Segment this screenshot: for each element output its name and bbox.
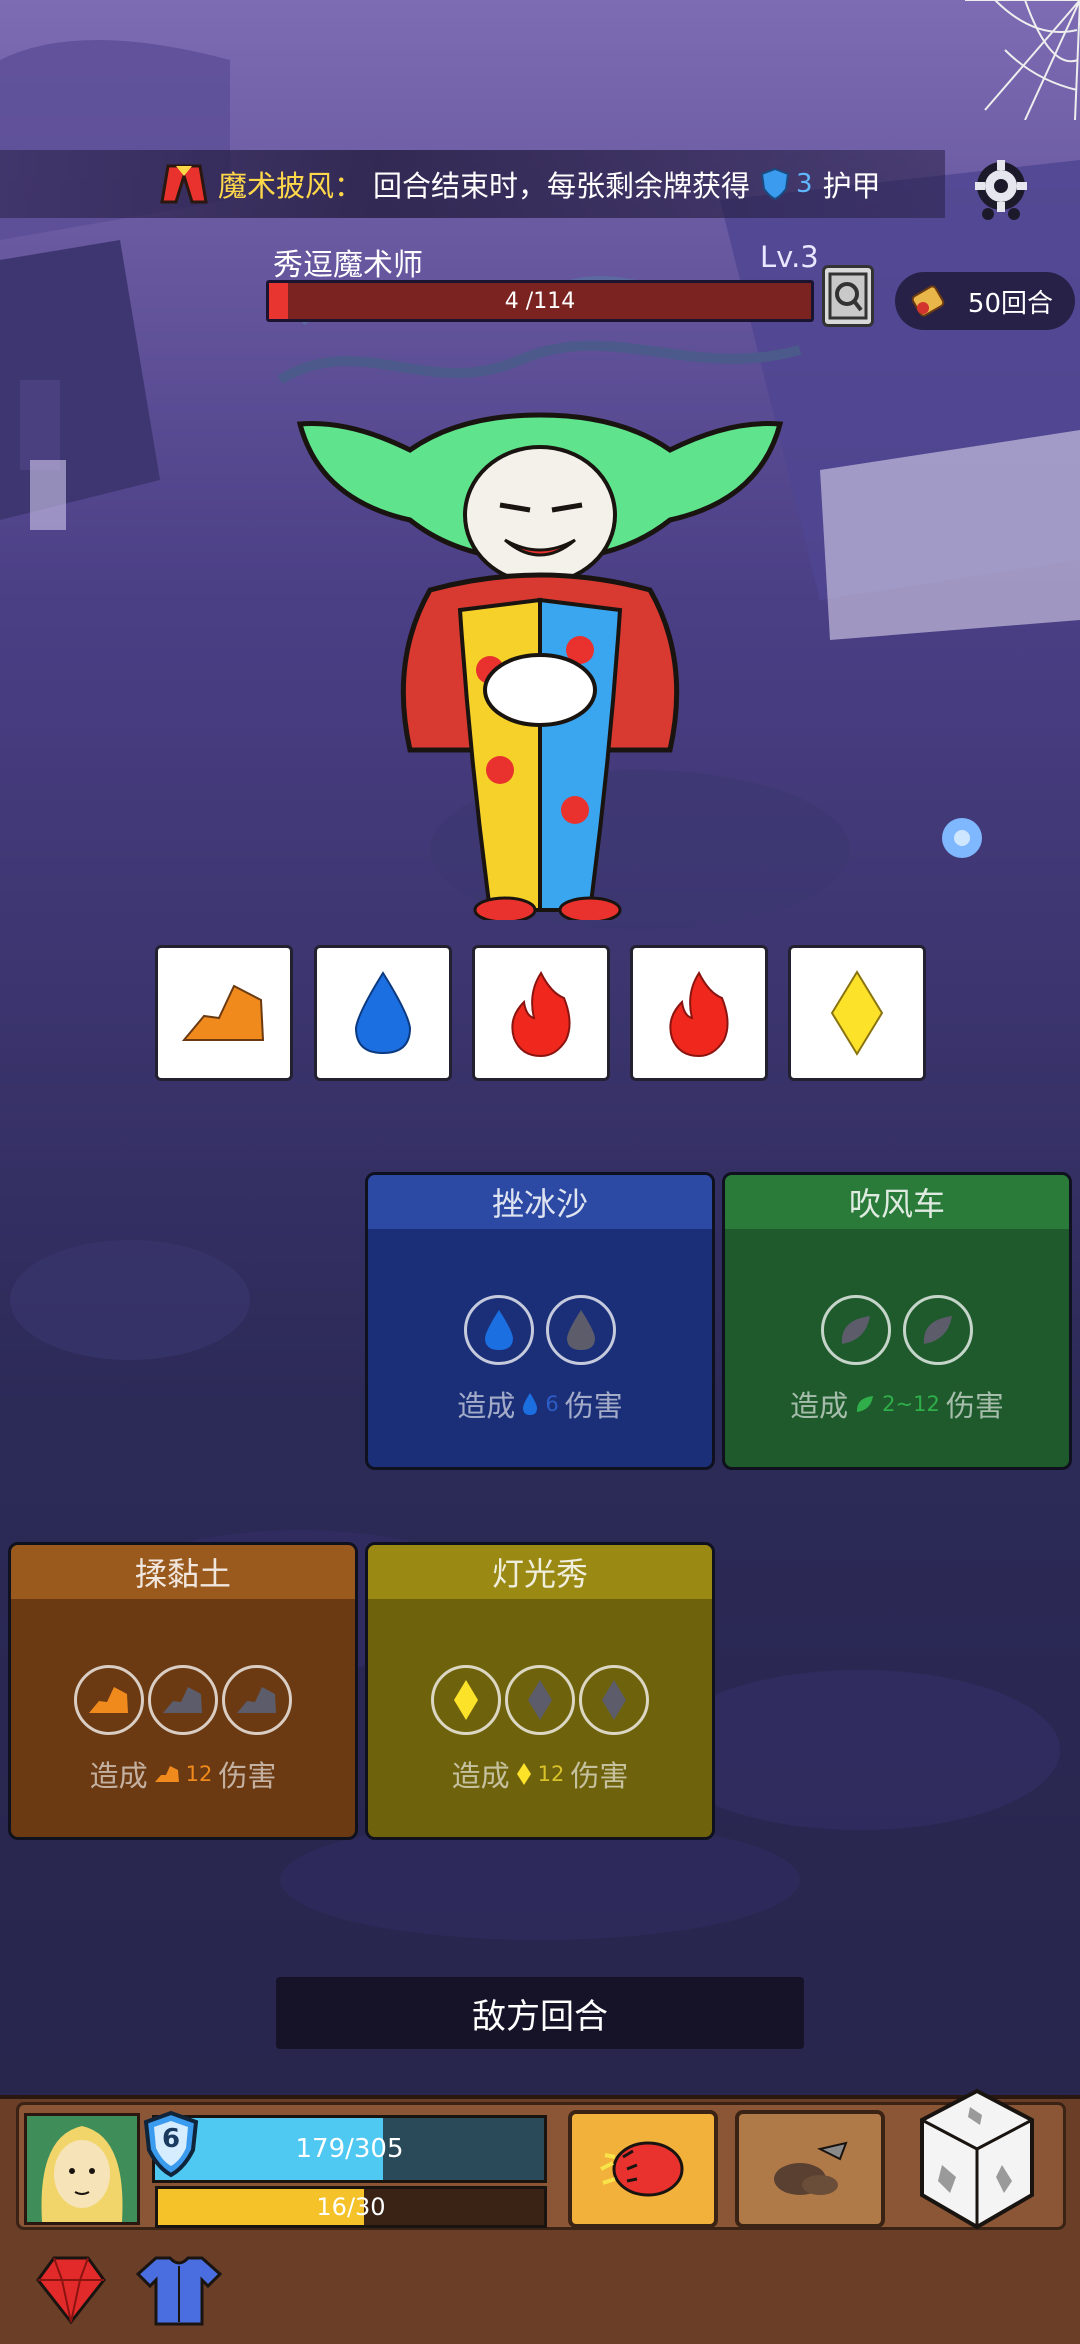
round-counter-text: 50回合 [967,288,1053,319]
enemy-turn-banner: 敌方回合 [276,1977,804,2049]
skill-card-title: 吹风车 [725,1175,1069,1229]
damage-value: 2~12 [882,1392,940,1416]
water-drop-icon [523,1393,538,1415]
player-armor-value: 6 [161,2124,181,2154]
relic-armor-text: 护甲 [822,169,881,203]
fire-icon [669,970,729,1058]
gem-icon[interactable] [34,2252,108,2326]
dice-slot[interactable] [579,1665,649,1735]
dice-slot[interactable] [546,1295,616,1365]
wind-leaf-icon [923,1316,952,1344]
water-drop-icon [567,1310,595,1350]
dice-tile-fire[interactable] [630,945,768,1081]
earth-icon [89,1687,128,1713]
desc-suffix: 伤害 [218,1759,277,1793]
diamond-icon [516,1763,531,1785]
desc-prefix: 造成 [790,1389,849,1423]
damage-value: 12 [185,1762,213,1786]
diamond-icon [528,1680,552,1720]
relic-effect-text: 回合结束时，每张剩余牌获得 [373,169,751,203]
earth-icon [181,984,265,1041]
spiderweb-icon [965,0,1080,120]
skill-card-wind[interactable]: 吹风车 造成 2~12 伤害 [722,1172,1072,1470]
earth-icon [154,1766,179,1782]
skill-card-ice[interactable]: 挫冰沙 造成 6 伤害 [365,1172,715,1470]
enemy-hp-text: 4 /114 [504,288,576,314]
fist-skill-icon [600,2141,684,2197]
desc-suffix: 伤害 [570,1759,629,1793]
dice-icon[interactable] [912,2085,1042,2235]
dice-slot[interactable] [505,1665,575,1735]
round-counter: 50回合 [895,272,1075,330]
player-energy-text: 16/30 [316,2193,386,2221]
skill-description: 造成 2~12 伤害 [725,1383,1069,1425]
dice-slot[interactable] [821,1295,891,1365]
cloak-relic-icon [160,164,208,204]
desc-prefix: 造成 [457,1389,516,1423]
enemy-name: 秀逗魔术师 [273,248,423,283]
enemy-intent-box[interactable] [822,265,874,327]
scroll-icon [911,285,945,317]
desc-suffix: 伤害 [564,1389,623,1423]
enemy-level: Lv.3 [760,240,819,274]
magnifier-icon [828,272,868,320]
player-energy-bar: 16/30 [155,2186,547,2228]
skill-card-light[interactable]: 灯光秀 造成 12 伤害 [365,1542,715,1840]
jester-magician-enemy[interactable] [290,410,790,920]
dice-slot[interactable] [464,1295,534,1365]
diamond-icon [602,1680,626,1720]
dice-slot[interactable] [148,1665,218,1735]
skill-description: 造成 6 伤害 [368,1383,712,1425]
relic-name: 魔术披风： [218,169,364,203]
armor-shirt-icon[interactable] [136,2252,222,2328]
skill-card-title: 灯光秀 [368,1545,712,1599]
relic-shield-value: 3 [796,169,813,199]
relic-banner: 魔术披风： 回合结束时，每张剩余牌获得 3 护甲 [0,150,945,218]
desc-suffix: 伤害 [945,1389,1004,1423]
fire-icon [511,970,571,1058]
dice-slot[interactable] [903,1295,973,1365]
dice-tile-light[interactable] [788,945,926,1081]
skill-card-clay[interactable]: 揉黏土 造成 12 伤害 [8,1542,358,1840]
damage-value: 6 [545,1392,559,1416]
gear-icon[interactable] [966,152,1036,224]
dice-tile-water[interactable] [314,945,452,1081]
wind-leaf-icon [857,1396,874,1412]
dust-skill-icon [774,2141,848,2195]
player-hp-text: 179/305 [295,2134,404,2164]
water-drop-icon [354,971,412,1055]
dice-slot[interactable] [431,1665,501,1735]
player-portrait[interactable] [24,2113,140,2225]
skill-card-title: 揉黏土 [11,1545,355,1599]
attack-skill-button[interactable] [568,2110,718,2228]
skill-description: 造成 12 伤害 [368,1753,712,1795]
enemy-hp-bar: 4 /114 [266,280,814,322]
damage-value: 12 [537,1762,565,1786]
desc-prefix: 造成 [89,1759,148,1793]
dice-slot[interactable] [222,1665,292,1735]
water-drop-icon [485,1310,513,1350]
diamond-icon [830,970,884,1056]
earth-icon [237,1687,276,1713]
player-armor-badge: 6 [142,2110,200,2178]
shield-icon [760,167,790,201]
skill-card-title: 挫冰沙 [368,1175,712,1229]
earth-icon [163,1687,202,1713]
desc-prefix: 造成 [451,1759,510,1793]
player-hp-bar: 179/305 [152,2115,547,2183]
skill-description: 造成 12 伤害 [11,1753,355,1795]
diamond-icon [454,1680,478,1720]
dice-tile-fire[interactable] [472,945,610,1081]
dice-tile-earth[interactable] [155,945,293,1081]
dust-skill-button[interactable] [735,2110,885,2228]
wind-leaf-icon [841,1316,870,1344]
dice-slot[interactable] [74,1665,144,1735]
